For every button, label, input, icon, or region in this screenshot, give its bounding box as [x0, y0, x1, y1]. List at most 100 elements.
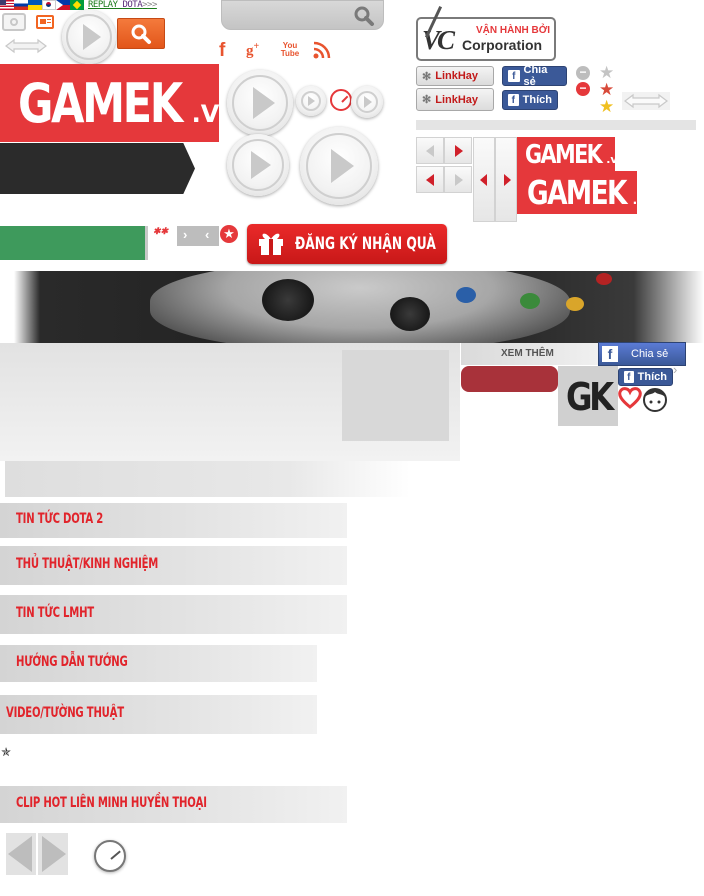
fb-like-label: Thích [522, 94, 552, 106]
facebook-icon: f [602, 346, 618, 362]
heart-icon[interactable] [618, 387, 642, 409]
star-badge-icon: ★ [220, 225, 238, 243]
category-label: VIDEO/TƯỜNG THUẬT [6, 705, 124, 721]
double-arrow-icon[interactable] [4, 38, 48, 54]
facebook-like-button[interactable]: f Thích [502, 90, 558, 110]
linkhay-label: LinkHay [435, 70, 479, 82]
xem-them-label: XEM THÊM [501, 348, 554, 359]
arrow-left-red-button[interactable] [416, 166, 444, 193]
clock-icon-bottom [94, 840, 126, 872]
play-icon-small[interactable] [296, 86, 326, 116]
arrow-right-grey-button[interactable] [444, 166, 472, 193]
facebook-icon[interactable]: f [219, 40, 233, 61]
chevron-right-icon[interactable]: › [673, 362, 677, 377]
register-button-label: ĐĂNG KÝ NHẬN QUÀ [295, 234, 436, 254]
search-input[interactable] [221, 0, 384, 30]
minus-circle-red-icon[interactable]: − [576, 82, 590, 96]
minus-circle-icon[interactable]: − [576, 66, 590, 80]
camera-icon[interactable] [2, 13, 26, 31]
facebook-share-button[interactable]: f Chia sẻ [502, 64, 567, 88]
category-tin-tuc-dota2[interactable]: TIN TỨC DOTA 2 [0, 503, 347, 538]
fb-share-large-label: Chia sẻ [631, 348, 669, 360]
play-icon-xlarge[interactable] [300, 127, 378, 205]
red-pill [461, 366, 558, 392]
gamek-logo-name: GAMEK [18, 72, 183, 135]
clock-icon [330, 89, 352, 111]
top-links[interactable]: REPLAY DOTA>>> [88, 0, 157, 10]
linkhay-icon: ✻ [422, 94, 432, 106]
search-icon [131, 24, 151, 44]
category-tin-tuc-lmht[interactable]: TIN TỨC LMHT [0, 595, 347, 634]
prev-arrow-icon[interactable]: ‹ [205, 227, 209, 242]
play-icon-small-2[interactable] [351, 86, 383, 118]
facebook-icon: f [508, 94, 519, 106]
category-label: TIN TỨC LMHT [16, 605, 94, 621]
flag-ph-icon[interactable] [56, 0, 70, 10]
play-icon[interactable] [62, 10, 116, 64]
facebook-icon: f [624, 371, 634, 383]
arrow-left-grey-button[interactable] [416, 137, 444, 164]
flag-us-icon[interactable] [0, 0, 14, 10]
flag-br-icon[interactable] [70, 0, 84, 10]
arrow-right-red-button[interactable] [444, 137, 472, 164]
more-arrows: >>> [142, 0, 157, 10]
arrow-right-tall-button[interactable] [495, 137, 517, 222]
avatar-icon[interactable] [642, 385, 668, 413]
pager-prev-button[interactable] [6, 833, 36, 875]
google-plus-icon[interactable]: g+ [246, 41, 270, 59]
linkhay-label: LinkHay [435, 93, 479, 106]
gk-logo[interactable]: GK [558, 366, 618, 426]
category-thu-thuat[interactable]: THỦ THUẬT/KINH NGHIỆM [0, 546, 347, 585]
play-icon-large[interactable] [227, 70, 293, 136]
gamek-logo-small[interactable]: GAMEK .vn [517, 137, 625, 171]
new-badge-icon: ✱✱ [153, 226, 169, 236]
fb-like-small-label: Thích [637, 371, 667, 383]
search-button[interactable] [117, 18, 165, 49]
vc-corporation-logo[interactable]: VC VẬN HÀNH BỞI Corporation [416, 5, 556, 61]
replay-link[interactable]: REPLAY [88, 0, 118, 10]
grey-divider [416, 120, 696, 130]
button-red-icon [596, 273, 612, 285]
vc-main-text: Corporation [462, 37, 543, 53]
dark-banner [0, 143, 195, 194]
gk-logo-text: GK [566, 375, 614, 419]
pager-next-button[interactable] [38, 833, 68, 875]
content-placeholder-2 [5, 461, 410, 497]
image-placeholder [342, 350, 449, 441]
gift-icon [259, 233, 283, 255]
double-arrow-icon-2[interactable] [622, 92, 670, 110]
gamek-logo[interactable]: GAMEK .VN [0, 64, 239, 142]
category-label: TIN TỨC DOTA 2 [16, 511, 104, 527]
gamek-logo-name: GAMEK [527, 173, 627, 212]
category-video-tuong-thuat[interactable]: VIDEO/TƯỜNG THUẬT [0, 695, 317, 734]
flag-ua-icon[interactable] [28, 0, 42, 10]
linkhay-button-2[interactable]: ✻ LinkHay [416, 88, 494, 111]
flag-kr-icon[interactable] [42, 0, 56, 10]
gamek-logo-medium[interactable]: GAMEK .vn [517, 171, 654, 214]
star-yellow-icon[interactable]: ★ [599, 97, 614, 117]
flag-ru-icon[interactable] [14, 0, 28, 10]
youtube-line2: Tube [280, 49, 300, 58]
next-arrow-icon[interactable]: › [183, 227, 187, 242]
green-bar [0, 226, 145, 260]
facebook-like-small-button[interactable]: f Thích [618, 368, 673, 386]
search-icon [354, 6, 374, 26]
gamek-logo-tld: .vn [606, 153, 626, 166]
gamek-logo-tld: .vn [632, 193, 654, 207]
rss-icon[interactable] [313, 41, 331, 59]
dota-link[interactable]: DOTA [122, 0, 142, 10]
arrow-left-tall-button[interactable] [473, 137, 495, 222]
vc-logo-letters: VC [422, 25, 455, 55]
youtube-icon[interactable]: You Tube [280, 42, 300, 60]
register-gift-button[interactable]: ĐĂNG KÝ NHẬN QUÀ [247, 224, 447, 264]
play-icon-medium[interactable] [227, 134, 289, 196]
category-huong-dan-tuong[interactable]: HƯỚNG DẪN TƯỚNG [0, 645, 317, 682]
linkhay-icon: ✻ [422, 70, 432, 83]
linkhay-button[interactable]: ✻ LinkHay [416, 66, 494, 86]
thumbstick-right-icon [390, 297, 430, 331]
newspaper-icon[interactable] [36, 15, 54, 29]
nav-arrows[interactable]: › ‹ [177, 226, 219, 246]
category-clip-hot-lmht[interactable]: CLIP HOT LIÊN MINH HUYỀN THOẠI [0, 786, 347, 823]
green-bar-shadow [145, 226, 148, 260]
xem-them-button[interactable]: XEM THÊM [461, 343, 598, 365]
